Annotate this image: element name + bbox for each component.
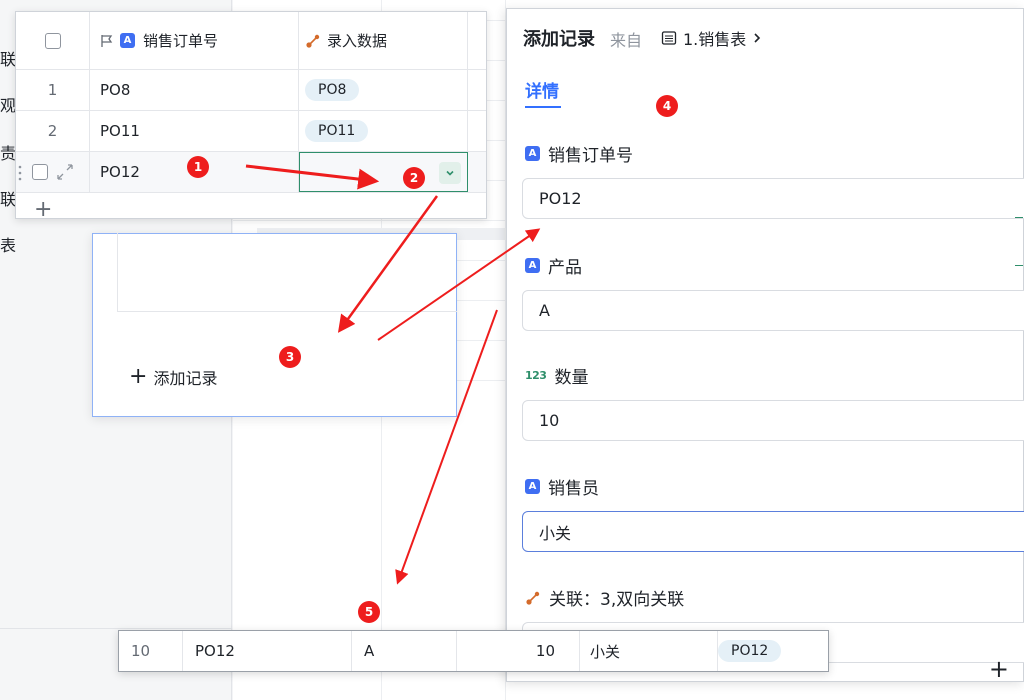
link-dropdown-button[interactable]	[439, 162, 461, 184]
number-field-icon: 123	[525, 369, 547, 382]
field-label-product: A 产品	[525, 253, 582, 278]
expand-record-icon[interactable]	[56, 163, 74, 181]
linked-record-chip[interactable]: PO11	[305, 120, 369, 142]
tab-details[interactable]: 详情	[525, 77, 559, 102]
sidebar-fragment: 责	[0, 144, 17, 163]
header-link-label: 录入数据	[327, 32, 388, 50]
panel-from-label: 来自	[610, 31, 643, 50]
sidebar-fragment: 观	[0, 96, 17, 115]
link-field-icon	[526, 591, 540, 605]
order-number-cell[interactable]: PO8	[90, 70, 299, 110]
result-salesperson-cell[interactable]: 小关	[580, 631, 718, 671]
field-label-salesperson: A 销售员	[525, 474, 599, 499]
header-order-number[interactable]: A 销售订单号	[90, 12, 299, 69]
order-number-input[interactable]: PO12	[522, 178, 1024, 219]
select-all-cell[interactable]	[16, 12, 90, 69]
row-index: 2	[16, 111, 90, 151]
primary-field-flag-icon	[100, 34, 114, 48]
select-all-checkbox[interactable]	[44, 32, 61, 49]
plus-icon: +	[129, 364, 148, 389]
table-row[interactable]: 1 PO8 PO8	[16, 70, 486, 111]
sidebar-divider	[0, 628, 232, 629]
result-table-row[interactable]: 10 PO12 A 10 小关 PO12	[118, 630, 829, 672]
header-link-field[interactable]: 录入数据	[299, 12, 468, 69]
text-field-icon: A	[525, 258, 540, 273]
link-record-popover: + 添加记录	[92, 233, 457, 417]
panel-title: 添加记录	[523, 29, 595, 50]
salesperson-input[interactable]: 小关	[522, 511, 1024, 552]
text-field-icon: A	[120, 33, 135, 48]
link-field-icon	[305, 33, 321, 49]
quantity-input[interactable]: 10	[522, 400, 1024, 441]
row-index: 1	[16, 70, 90, 110]
field-label-bidirectional-link: 关联：3,双向关联	[525, 585, 684, 610]
active-link-cell[interactable]	[299, 152, 468, 192]
linked-record-chip[interactable]: PO8	[305, 79, 360, 101]
result-row-index: 10	[119, 631, 183, 671]
source-table-name: 1.销售表	[683, 30, 747, 49]
result-quantity-cell[interactable]: 10	[457, 631, 580, 671]
sidebar-fragment: 联	[0, 190, 17, 209]
table-row[interactable]: 2 PO11 PO11	[16, 111, 486, 152]
order-number-cell[interactable]: PO11	[90, 111, 299, 151]
add-record-button[interactable]: + 添加记录	[129, 365, 217, 389]
field-label-order-number: A 销售订单号	[525, 141, 633, 166]
row-checkbox[interactable]	[31, 164, 48, 180]
link-cell[interactable]: PO11	[299, 111, 468, 151]
linked-record-chip[interactable]: PO12	[718, 640, 782, 662]
table-icon	[661, 31, 677, 45]
row-tools-cell	[16, 152, 90, 192]
source-table-link[interactable]: 1.销售表	[661, 26, 762, 50]
text-field-icon: A	[525, 479, 540, 494]
add-field-plus-icon[interactable]: +	[989, 657, 1009, 681]
chevron-down-icon	[446, 170, 454, 176]
record-list-area	[117, 233, 457, 312]
result-link-cell[interactable]: PO12	[718, 631, 828, 671]
field-label-quantity: 123 数量	[525, 368, 589, 388]
annotation-badge: 1	[187, 156, 209, 178]
table-header-row: A 销售订单号 录入数据	[16, 12, 486, 70]
result-order-cell[interactable]: PO12	[183, 631, 352, 671]
add-record-panel: 添加记录 来自 1.销售表 详情 A 销售订单号 PO12 A 产品 A 123…	[506, 8, 1024, 682]
link-cell[interactable]: PO8	[299, 70, 468, 110]
result-product-cell[interactable]: A	[352, 631, 457, 671]
annotation-badge: 5	[358, 601, 380, 623]
annotation-badge: 4	[656, 95, 678, 117]
annotation-badge: 2	[403, 167, 425, 189]
tab-active-indicator	[525, 106, 561, 108]
chevron-right-icon	[754, 33, 761, 43]
sidebar-fragment: 联	[0, 50, 17, 69]
sidebar-fragment: 表	[0, 236, 17, 255]
annotation-badge: 3	[279, 346, 301, 368]
product-input[interactable]: A	[522, 290, 1024, 331]
header-order-label: 销售订单号	[143, 32, 219, 50]
text-field-icon: A	[525, 146, 540, 161]
add-row-plus-icon[interactable]: +	[34, 199, 52, 219]
add-record-label: 添加记录	[153, 369, 218, 388]
